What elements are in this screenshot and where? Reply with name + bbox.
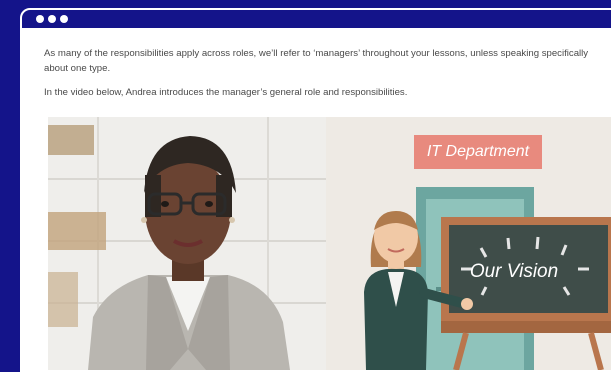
department-sign-label: IT Department (426, 143, 530, 160)
presenter-illustration (48, 117, 326, 370)
presenter-frame (48, 117, 326, 370)
window-control-dot-icon[interactable] (36, 15, 44, 23)
title-bar (22, 10, 611, 29)
lesson-video[interactable]: IT Department Our Vision (48, 117, 611, 370)
window-control-dot-icon[interactable] (48, 15, 56, 23)
lesson-paragraph-1: As many of the responsibilities apply ac… (44, 48, 589, 74)
lesson-content: As many of the responsibilities apply ac… (44, 46, 604, 109)
lesson-paragraph-2: In the video below, Andrea introduces th… (44, 87, 408, 98)
animation-frame: IT Department Our Vision (326, 117, 611, 370)
window-controls (36, 15, 68, 23)
it-department-sign: IT Department (414, 135, 542, 169)
browser-window: As many of the responsibilities apply ac… (20, 8, 611, 372)
our-vision-board-text: Our Vision (469, 261, 559, 282)
window-control-dot-icon[interactable] (60, 15, 68, 23)
